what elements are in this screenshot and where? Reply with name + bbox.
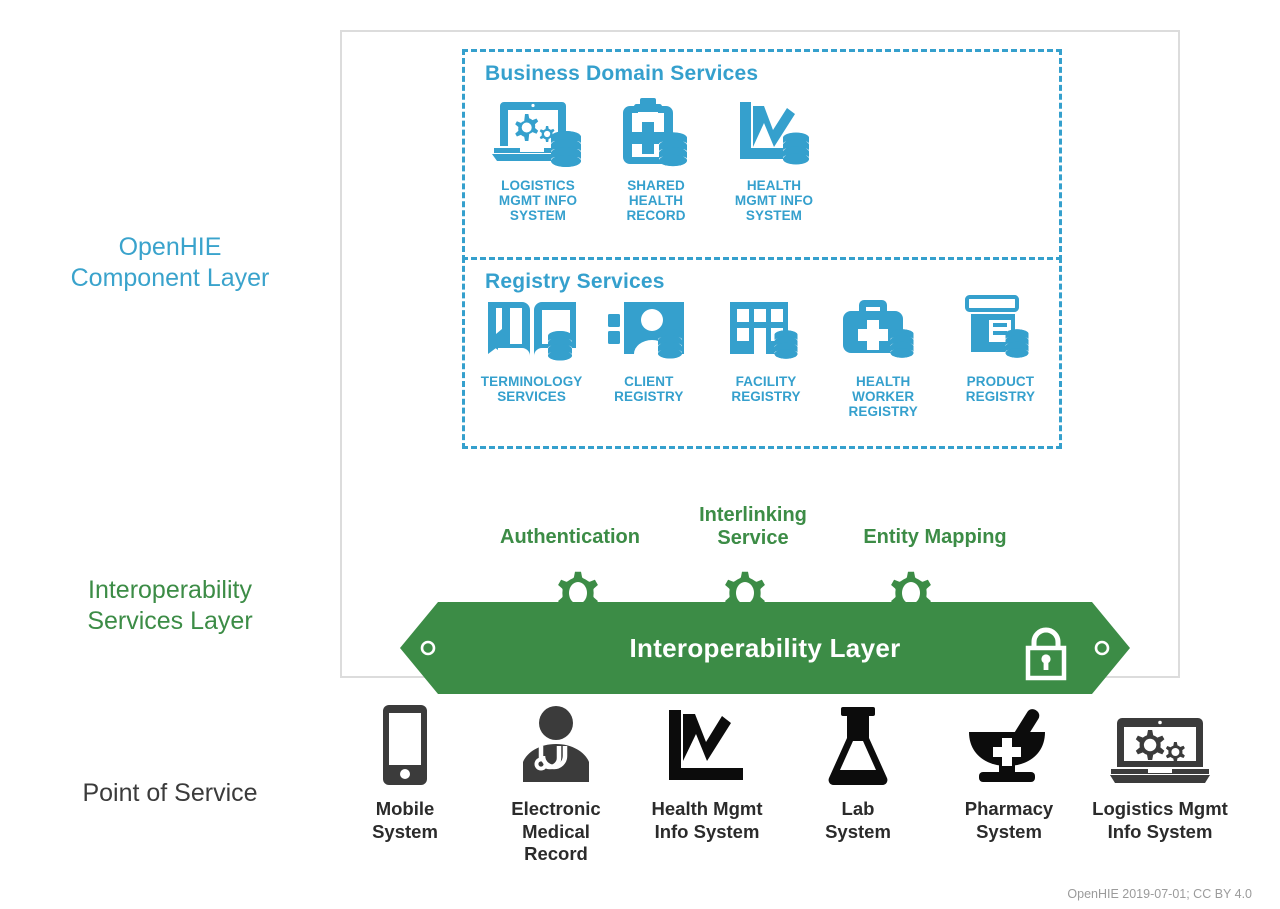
registry-services-group: Registry Services TERMINOLOGY SERVICES C…: [462, 257, 1062, 449]
person-card-database-icon: [604, 292, 694, 366]
bds-item-label: HEALTH MGMT INFO SYSTEM: [734, 178, 814, 224]
bds-item-label: LOGISTICS MGMT INFO SYSTEM: [498, 178, 578, 224]
pos-item-label: Health Mgmt Info System: [651, 798, 763, 842]
component-layer-container: Business Domain Services LOGISTICS MGMT …: [340, 30, 1180, 694]
pos-item-label: Electronic Medical Record: [511, 798, 601, 865]
pos-item-label: Pharmacy System: [964, 798, 1054, 842]
business-domain-services-title: Business Domain Services: [485, 62, 759, 85]
interop-service-label-entity-mapping: Entity Mapping: [863, 526, 1007, 548]
rail-label-component-layer: OpenHIE Component Layer: [70, 233, 270, 293]
pos-item-pharmacy-system[interactable]: Pharmacy System: [934, 700, 1084, 866]
line-chart-icon: [665, 700, 749, 786]
lab-flask-icon: [825, 700, 891, 786]
registry-item-product-registry[interactable]: PRODUCT REGISTRY: [942, 292, 1059, 419]
rail-label-interoperability-services-layer: Interoperability Services Layer: [87, 576, 253, 636]
pos-item-label: Logistics Mgmt Info System: [1092, 798, 1228, 842]
interoperability-layer-zone: Authentication Interlinking Service Enti…: [400, 472, 1130, 694]
open-book-database-icon: [484, 292, 580, 366]
mobile-phone-icon: [377, 700, 433, 786]
clipboard-cross-database-icon: [610, 96, 702, 170]
business-domain-services-items: LOGISTICS MGMT INFO SYSTEM SHARED HEALTH…: [479, 96, 1059, 223]
business-domain-services-group: Business Domain Services LOGISTICS MGMT …: [462, 49, 1062, 261]
bds-item-health-mgmt-info-system[interactable]: HEALTH MGMT INFO SYSTEM: [715, 96, 833, 223]
bds-item-label: SHARED HEALTH RECORD: [626, 178, 686, 224]
footer-credit: OpenHIE 2019-07-01; CC BY 4.0: [1067, 887, 1252, 901]
pos-item-health-mgmt-info-system[interactable]: Health Mgmt Info System: [632, 700, 782, 866]
registry-services-title: Registry Services: [485, 270, 665, 293]
medical-bag-database-icon: [838, 292, 928, 366]
laptop-gears-icon: [1110, 700, 1210, 786]
bds-item-logistics-mgmt-info-system[interactable]: LOGISTICS MGMT INFO SYSTEM: [479, 96, 597, 223]
line-chart-database-icon: [728, 96, 820, 170]
pos-item-electronic-medical-record[interactable]: Electronic Medical Record: [481, 700, 631, 866]
registry-item-client-registry[interactable]: CLIENT REGISTRY: [590, 292, 707, 419]
registry-item-terminology-services[interactable]: TERMINOLOGY SERVICES: [473, 292, 590, 419]
rail-label-point-of-service: Point of Service: [82, 779, 258, 807]
registry-item-label: TERMINOLOGY SERVICES: [480, 374, 583, 405]
pos-item-lab-system[interactable]: Lab System: [783, 700, 933, 866]
registry-item-label: HEALTH WORKER REGISTRY: [848, 374, 918, 420]
registry-item-health-worker-registry[interactable]: HEALTH WORKER REGISTRY: [825, 292, 942, 419]
building-database-icon: [722, 292, 810, 366]
interoperability-layer-band[interactable]: [400, 598, 1130, 698]
registry-item-label: PRODUCT REGISTRY: [965, 374, 1036, 405]
doctor-stethoscope-icon: [515, 700, 597, 786]
registry-item-label: CLIENT REGISTRY: [614, 374, 684, 405]
interop-service-label-authentication: Authentication: [500, 526, 640, 548]
pos-item-label: Lab System: [825, 798, 891, 842]
pos-item-logistics-mgmt-info-system[interactable]: Logistics Mgmt Info System: [1085, 700, 1235, 866]
registry-item-facility-registry[interactable]: FACILITY REGISTRY: [707, 292, 824, 419]
registry-services-items: TERMINOLOGY SERVICES CLIENT REGISTRY FAC…: [473, 292, 1059, 419]
mortar-pestle-cross-icon: [963, 700, 1055, 786]
pill-bottle-database-icon: [957, 292, 1043, 366]
laptop-gears-database-icon: [492, 96, 584, 170]
bds-item-shared-health-record[interactable]: SHARED HEALTH RECORD: [597, 96, 715, 223]
pos-item-mobile-system[interactable]: Mobile System: [330, 700, 480, 866]
registry-item-label: FACILITY REGISTRY: [731, 374, 801, 405]
point-of-service-items: Mobile System Electronic Medical Record: [330, 700, 1235, 866]
pos-item-label: Mobile System: [372, 798, 438, 842]
